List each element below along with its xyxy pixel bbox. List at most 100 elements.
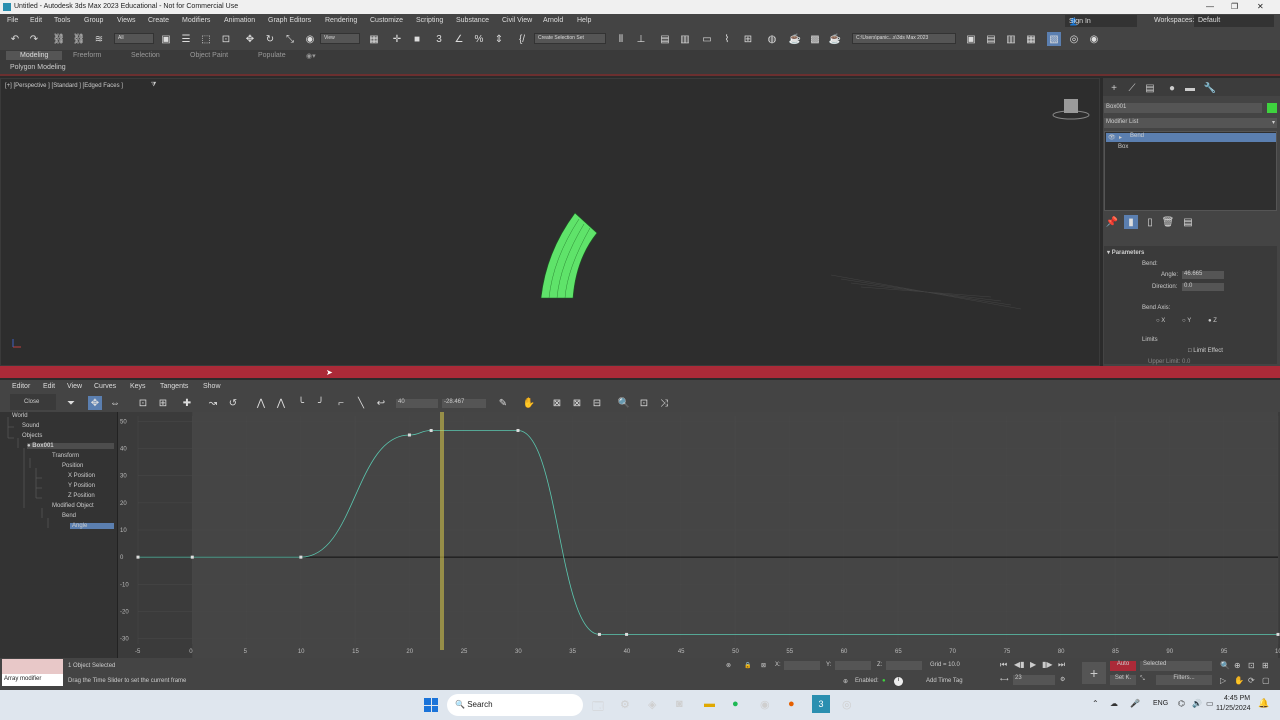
auto-key-button[interactable]: Auto [1110, 661, 1136, 671]
panel-divider[interactable] [0, 366, 1280, 378]
folder-icon[interactable]: ▤ [984, 32, 998, 46]
menu-rendering[interactable]: Rendering [325, 17, 357, 24]
menu-group[interactable]: Group [84, 17, 103, 24]
undo-icon[interactable]: ↶ [8, 32, 22, 46]
zoom-region-icon[interactable]: ⊡ [637, 396, 651, 410]
bind-spacewarp-icon[interactable]: ≋ [92, 32, 106, 46]
show-tangents-icon[interactable]: ✎ [496, 396, 510, 410]
frame-values-icon[interactable]: ⊠ [570, 396, 584, 410]
menu-help[interactable]: Help [577, 17, 591, 24]
zoom-icon[interactable]: 🔍 [617, 396, 631, 410]
play-icon[interactable]: ▶ [1030, 660, 1036, 669]
menu-substance[interactable]: Substance [456, 17, 489, 24]
placement-icon[interactable]: ◉ [303, 32, 317, 46]
tab-freeform[interactable]: Freeform [73, 52, 101, 59]
mirror-icon[interactable]: ⫴ [614, 32, 628, 46]
menu-graph-editors[interactable]: Graph Editors [268, 17, 311, 24]
set-key-button[interactable]: Set K. [1110, 675, 1136, 685]
material-editor-icon[interactable]: ◍ [765, 32, 779, 46]
settings-icon[interactable]: ⚙ [620, 698, 630, 711]
smooth-tangent-icon[interactable]: ↩ [374, 396, 388, 410]
render-setup-icon[interactable]: ☕ [788, 32, 802, 46]
key-mode-icon[interactable]: ⟷ [1000, 676, 1009, 683]
z-coordinate-field[interactable] [886, 661, 922, 670]
reduce-keys-icon[interactable]: ↺ [226, 396, 240, 410]
angle-spinner[interactable]: 46.665 [1182, 271, 1224, 279]
make-unique-icon[interactable]: ▯ [1143, 215, 1157, 229]
key-filters-icon[interactable]: ⤡ [1140, 676, 1145, 683]
spline-tangent-icon[interactable]: ⋀ [274, 396, 288, 410]
curve-graph[interactable]: 50 40 30 20 10 0 -10 -20 -30 -5 0 5 10 15 20 25 30 35 40 45… [118, 412, 1280, 658]
start-icon[interactable] [424, 698, 438, 712]
goto-end-icon[interactable]: ⏭ [1058, 660, 1065, 670]
isolate-toggle-icon[interactable]: ⊗ [726, 662, 731, 669]
selection-lock-icon[interactable]: 🔒 [744, 662, 751, 669]
maximize-viewport-icon[interactable]: ▢ [1262, 676, 1270, 685]
selection-filter-dropdown[interactable]: All [114, 33, 154, 44]
pin-stack-icon[interactable]: 📌 [1105, 215, 1119, 229]
axis-y-radio[interactable]: ○ Y [1182, 318, 1191, 324]
fov-icon[interactable]: ▷ [1220, 676, 1226, 685]
firefox-icon[interactable]: ● [788, 698, 795, 710]
y-coordinate-field[interactable] [835, 661, 871, 670]
frame-field[interactable]: 40 [396, 399, 438, 408]
3dsmax-taskbar-icon[interactable]: 3 [812, 695, 830, 713]
modify-tab-icon[interactable]: ⟋ [1125, 81, 1139, 95]
time-tag-icon[interactable]: ⊕ [843, 678, 848, 685]
add-keys-icon[interactable]: ✚ [180, 396, 194, 410]
window-crossing-icon[interactable]: ⊡ [219, 32, 233, 46]
auto-tangent-icon[interactable]: ⋀ [254, 396, 268, 410]
tab-selection[interactable]: Selection [131, 52, 160, 59]
info-icon[interactable]: i [894, 677, 903, 686]
tree-item-transform[interactable]: Transform [52, 453, 79, 459]
clock-date[interactable]: 11/25/2024 [1216, 705, 1251, 712]
task-view-icon[interactable]: 🗔 [592, 698, 604, 717]
rect-selection-icon[interactable]: ⬚ [199, 32, 213, 46]
restore-button[interactable]: ❐ [1231, 2, 1238, 11]
microphone-icon[interactable]: 🎤 [1130, 699, 1140, 708]
display-tab-icon[interactable]: ▬ [1183, 81, 1197, 95]
project-icon[interactable]: ▣ [964, 32, 978, 46]
menu-scripting[interactable]: Scripting [416, 17, 443, 24]
render-production-icon[interactable]: ☕ [828, 32, 842, 46]
frame-horizontal-icon[interactable]: ⊠ [550, 396, 564, 410]
current-frame-field[interactable]: 23 [1013, 675, 1055, 685]
orbit-icon[interactable]: ⟳ [1248, 676, 1255, 685]
battery-icon[interactable]: ▭ [1206, 699, 1214, 708]
curve-chart[interactable]: 50403020100-10-20-30-5 0 5 10 15 20 25 30 35 40 45… [118, 412, 1280, 658]
pan-view-icon[interactable]: ✋ [1234, 676, 1244, 685]
time-config-icon[interactable]: ⚙ [1060, 676, 1065, 683]
spotify-icon[interactable]: ● [732, 698, 739, 710]
slide-keys-icon[interactable]: ⇔ [108, 396, 122, 410]
taskbar-search[interactable]: 🔍 Search [447, 694, 583, 716]
tab-populate[interactable]: Populate [258, 52, 286, 59]
cv-menu-keys[interactable]: Keys [130, 383, 146, 390]
modifier-list-dropdown[interactable]: Modifier List ▾ [1104, 118, 1277, 128]
normalize-icon[interactable]: ⊟ [590, 396, 604, 410]
save-folder-icon[interactable]: ▦ [1024, 32, 1038, 46]
tree-item-position[interactable]: Position [62, 463, 83, 469]
menu-edit[interactable]: Edit [30, 17, 42, 24]
spinner-snap-icon[interactable]: ⇕ [492, 32, 506, 46]
value-field[interactable]: -28.467 [442, 399, 486, 408]
workspace-dropdown[interactable]: Default [1194, 15, 1274, 27]
step-tangent-icon[interactable]: ⌐ [334, 396, 348, 410]
minimize-button[interactable]: — [1206, 2, 1214, 11]
select-object-icon[interactable]: ▣ [159, 32, 173, 46]
expand-icon[interactable]: ▸ [1119, 134, 1122, 141]
isolate-curve-icon[interactable]: ⤨ [657, 396, 671, 410]
axis-z-radio[interactable]: ● Z [1208, 318, 1217, 324]
tree-item-objects[interactable]: Objects [22, 433, 42, 439]
file-explorer-icon[interactable]: ▬ [704, 698, 715, 710]
motion-tab-icon[interactable]: ● [1165, 81, 1179, 95]
cv-menu-tangents[interactable]: Tangents [160, 383, 188, 390]
layer-explorer-icon[interactable]: ▥ [678, 32, 692, 46]
tree-item-angle[interactable]: Angle [70, 523, 114, 529]
rendered-frame-icon[interactable]: ▩ [808, 32, 822, 46]
selection-set-dropdown[interactable]: Create Selection Set [534, 33, 606, 44]
maxscript-listener[interactable] [2, 659, 63, 674]
zoom-extents-all-icon[interactable]: ⊞ [1262, 661, 1269, 670]
zoom-extents-icon[interactable]: ⊡ [1248, 661, 1255, 670]
absolute-mode-icon[interactable]: ⊠ [761, 662, 766, 669]
tray-overflow-icon[interactable]: ⌃ [1092, 699, 1099, 708]
